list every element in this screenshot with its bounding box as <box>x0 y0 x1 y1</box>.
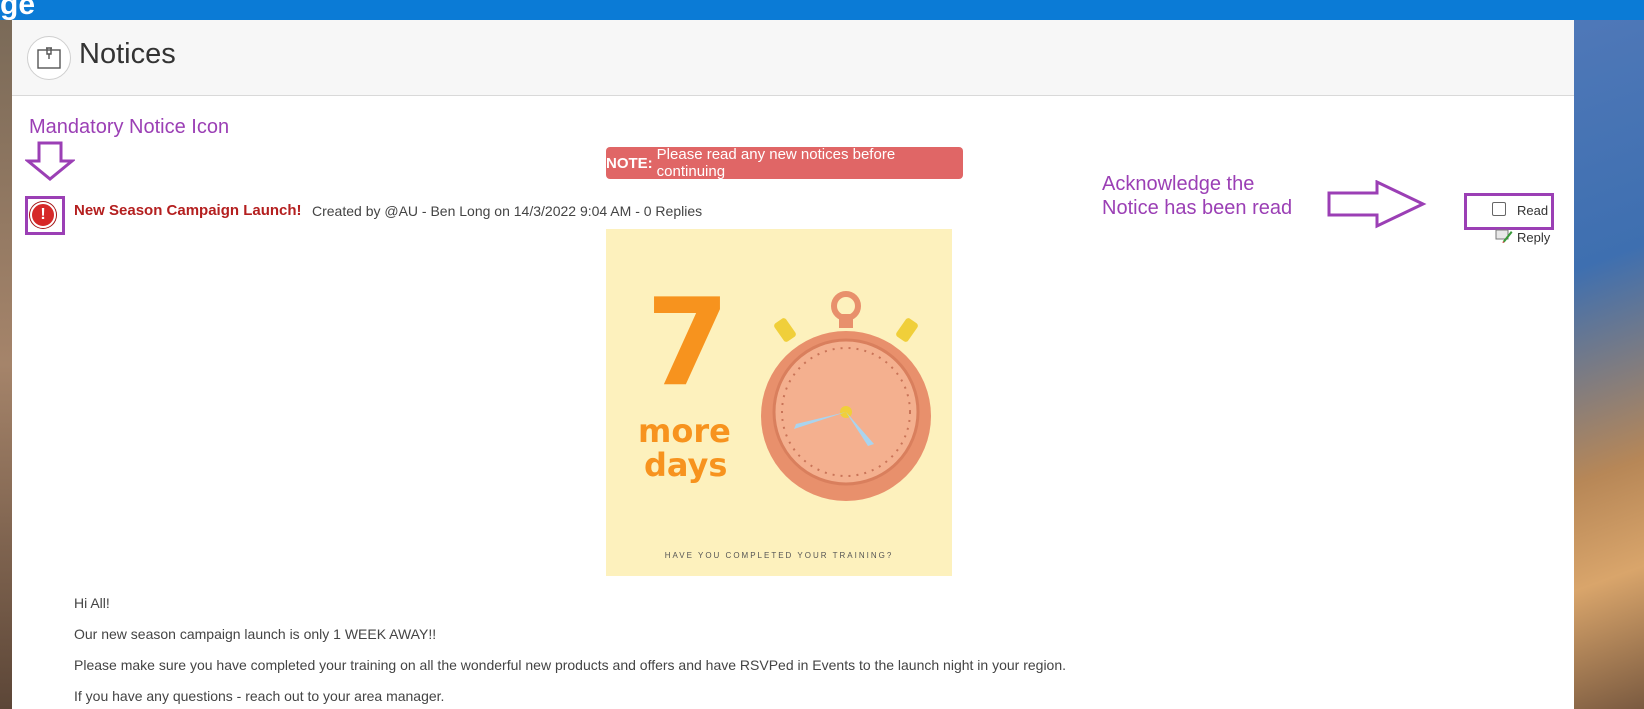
banner-text: Please read any new notices before conti… <box>656 146 896 180</box>
poster-line1: more <box>638 412 731 450</box>
poster-caption: HAVE YOU COMPLETED YOUR TRAINING? <box>664 551 894 560</box>
annotation-acknowledge-line2: Notice has been read <box>1102 197 1293 219</box>
body-line: Our new season campaign launch is only 1… <box>74 626 437 642</box>
pin-notice-icon <box>27 36 71 80</box>
poster-line2: days <box>644 446 728 484</box>
poster-number: 7 <box>646 274 730 413</box>
body-line: Hi All! <box>74 595 110 611</box>
arrow-down-icon <box>25 141 75 181</box>
notices-panel: Notices Mandatory Notice Icon NOTE: Plea… <box>12 20 1574 709</box>
background-left <box>0 20 12 709</box>
reply-pencil-icon[interactable] <box>1495 227 1513 243</box>
note-banner: NOTE: Please read any new notices before… <box>606 146 963 180</box>
notice-title[interactable]: New Season Campaign Launch! <box>74 202 302 219</box>
arrow-right-icon <box>1327 180 1427 229</box>
body-line: Please make sure you have completed your… <box>74 657 1067 673</box>
exclamation-icon: ! <box>30 202 56 228</box>
top-navigation-bar: ge <box>0 0 1644 22</box>
background-right <box>1574 20 1644 709</box>
reply-link[interactable]: Reply <box>1517 230 1550 245</box>
stopwatch-icon <box>761 291 931 501</box>
annotation-acknowledge: Acknowledge the Notice has been read <box>1102 172 1292 220</box>
notice-image: 7 more days HAVE YOU COMPLETED YOUR TRAI… <box>606 229 952 576</box>
body-line: If you have any questions - reach out to… <box>74 688 445 704</box>
annotation-mandatory-icon: Mandatory Notice Icon <box>29 116 230 138</box>
page-title: Notices <box>79 38 176 70</box>
read-checkbox[interactable] <box>1492 202 1506 216</box>
panel-header: Notices <box>12 20 1574 96</box>
brand-logo[interactable]: ge <box>0 0 35 22</box>
annotation-acknowledge-line1: Acknowledge the <box>1102 173 1255 195</box>
banner-prefix: NOTE: <box>606 154 653 172</box>
notice-meta: Created by @AU - Ben Long on 14/3/2022 9… <box>312 203 703 219</box>
read-label[interactable]: Read <box>1517 203 1548 218</box>
